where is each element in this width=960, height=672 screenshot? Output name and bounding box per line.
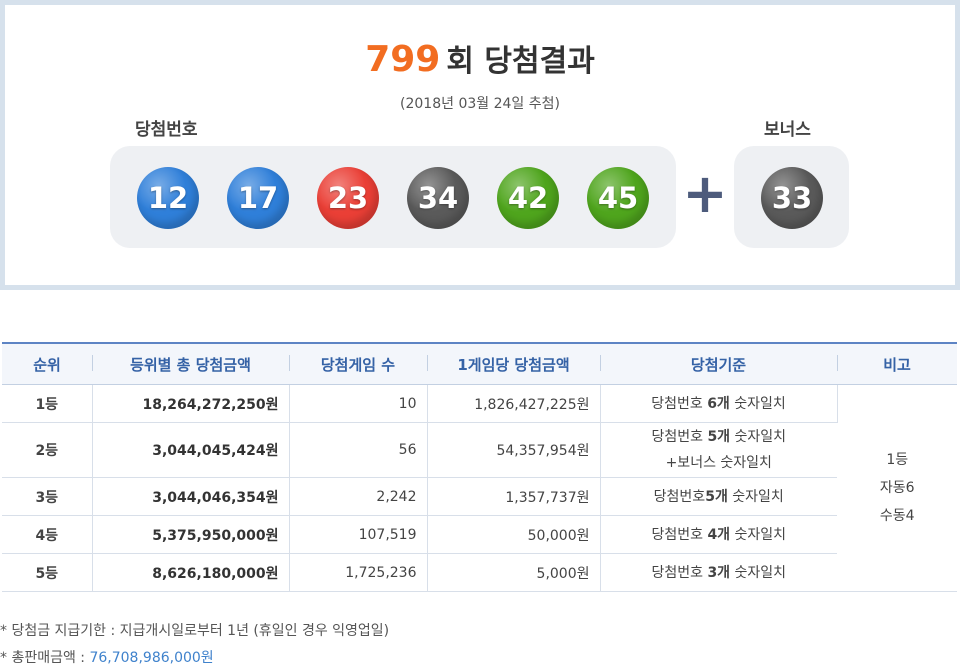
total-prize-cell: 3,044,045,424원 xyxy=(92,422,290,478)
prize-rank-table: 순위 등위별 총 당첨금액 당첨게임 수 1게임당 당첨금액 당첨기준 비고 1… xyxy=(2,342,957,592)
table-row: 2등 3,044,045,424원 56 54,357,954원 당첨번호 5개… xyxy=(2,422,957,478)
table-row: 3등 3,044,046,354원 2,242 1,357,737원 당첨번호5… xyxy=(2,477,957,516)
winning-ball: 23 xyxy=(317,167,379,229)
note-cell: 1등 자동6 수동4 xyxy=(837,384,957,592)
rank-cell: 5등 xyxy=(2,553,93,592)
footnotes: * 당첨금 지급기한 : 지급개시일로부터 1년 (휴일인 경우 익영업일) *… xyxy=(0,618,389,672)
winning-games-cell: 107,519 xyxy=(289,515,428,554)
criteria-cell: 당첨번호 6개 숫자일치 xyxy=(600,384,838,423)
prize-per-game-cell: 1,826,427,225원 xyxy=(427,384,601,423)
winning-ball: 34 xyxy=(407,167,469,229)
col-rank-header: 순위 xyxy=(2,342,92,385)
col-criteria-header: 당첨기준 xyxy=(600,342,837,385)
winning-games-cell: 2,242 xyxy=(289,477,428,516)
winning-games-cell: 1,725,236 xyxy=(289,553,428,592)
winning-ball: 45 xyxy=(587,167,649,229)
total-sales-label: * 총판매금액 : xyxy=(0,650,90,666)
title-suffix: 회 당첨결과 xyxy=(446,44,595,79)
prize-per-game-cell: 1,357,737원 xyxy=(427,477,601,516)
criteria-cell: 당첨번호 4개 숫자일치 xyxy=(600,515,837,554)
payment-deadline-note: * 당첨금 지급기한 : 지급개시일로부터 1년 (휴일인 경우 익영업일) xyxy=(0,623,390,639)
winning-ball: 17 xyxy=(227,167,289,229)
rank-cell: 2등 xyxy=(2,422,93,478)
note-line: 1등 xyxy=(886,452,909,468)
total-sales-amount: 76,708,986,000원 xyxy=(89,650,214,666)
winning-games-cell: 56 xyxy=(289,422,428,478)
table-row: 1등 18,264,272,250원 10 1,826,427,225원 당첨번… xyxy=(2,384,957,592)
note-line: 수동4 xyxy=(879,508,915,524)
winning-ball: 12 xyxy=(137,167,199,229)
total-sales-note: * 총판매금액 : 76,708,986,000원 xyxy=(0,645,389,672)
winning-games-cell: 10 xyxy=(289,384,428,423)
total-prize-cell: 3,044,046,354원 xyxy=(92,477,290,516)
criteria-cell: 당첨번호 3개 숫자일치 xyxy=(600,553,837,592)
draw-date: (2018년 03월 24일 추첨) xyxy=(400,96,560,112)
total-prize-cell: 18,264,272,250원 xyxy=(92,384,290,423)
page-title: 799 회 당첨결과 xyxy=(0,36,960,80)
rank-cell: 4등 xyxy=(2,515,93,554)
table-row: 4등 5,375,950,000원 107,519 50,000원 당첨번호 4… xyxy=(2,515,957,554)
winning-numbers-label: 당첨번호 xyxy=(135,120,198,140)
col-prize-per-game-header: 1게임당 당첨금액 xyxy=(427,342,600,385)
bonus-ball: 33 xyxy=(761,167,823,229)
table-header-row: 순위 등위별 총 당첨금액 당첨게임 수 1게임당 당첨금액 당첨기준 비고 xyxy=(2,342,957,385)
prize-per-game-cell: 54,357,954원 xyxy=(427,422,601,478)
plus-icon: + xyxy=(682,162,728,225)
winning-ball: 42 xyxy=(497,167,559,229)
total-prize-cell: 5,375,950,000원 xyxy=(92,515,290,554)
total-prize-cell: 8,626,180,000원 xyxy=(92,553,290,592)
col-note-header: 비고 xyxy=(837,342,957,385)
prize-per-game-cell: 50,000원 xyxy=(427,515,601,554)
round-number: 799 xyxy=(365,39,441,80)
table-row: 5등 8,626,180,000원 1,725,236 5,000원 당첨번호 … xyxy=(2,553,957,592)
criteria-cell: 당첨번호5개 숫자일치 xyxy=(600,477,837,516)
criteria-cell: 당첨번호 5개 숫자일치 +보너스 숫자일치 xyxy=(600,422,837,478)
bonus-number-label: 보너스 xyxy=(764,120,811,140)
col-winning-games-header: 당첨게임 수 xyxy=(289,342,427,385)
rank-cell: 1등 xyxy=(2,384,93,423)
note-line: 자동6 xyxy=(879,480,915,496)
col-total-prize-header: 등위별 총 당첨금액 xyxy=(92,342,289,385)
rank-cell: 3등 xyxy=(2,477,93,516)
prize-per-game-cell: 5,000원 xyxy=(427,553,601,592)
